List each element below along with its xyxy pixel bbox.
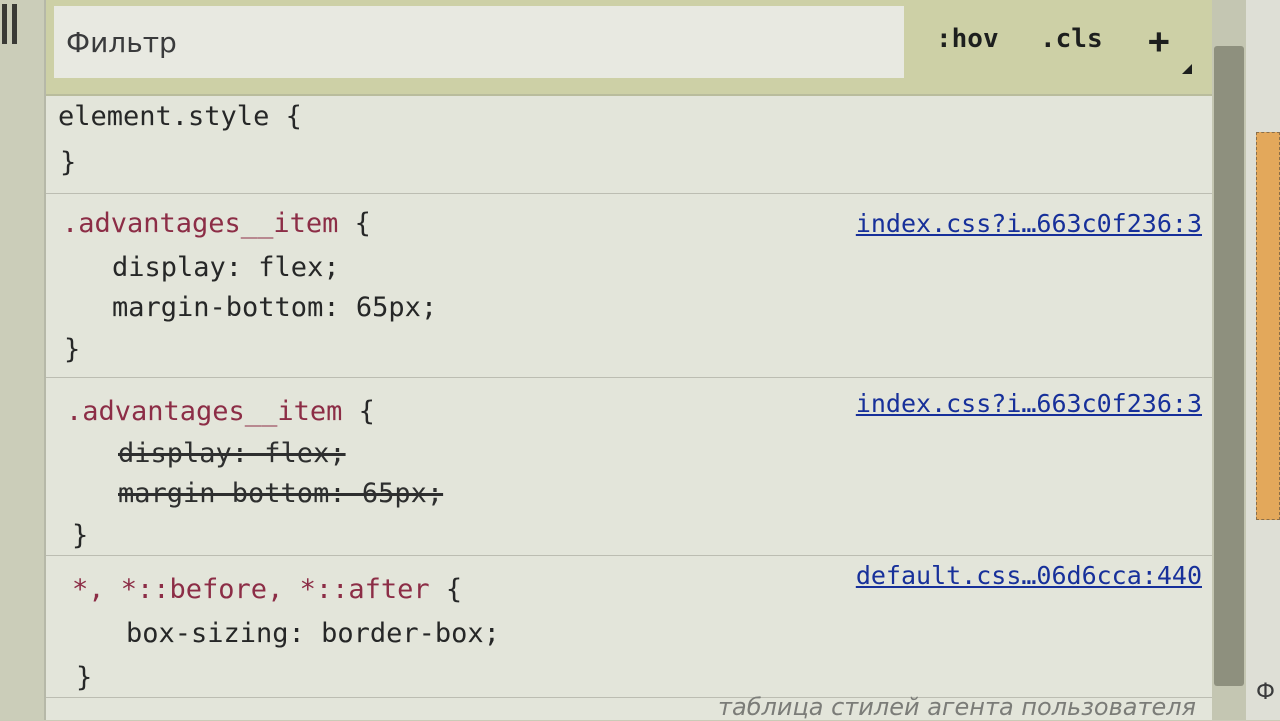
hov-toggle-button[interactable]: :hov xyxy=(936,26,999,52)
box-model-margin-box[interactable] xyxy=(1256,132,1280,520)
resize-grip-icon[interactable] xyxy=(12,4,17,44)
close-brace: } xyxy=(76,662,93,693)
filter-input[interactable] xyxy=(54,6,904,78)
close-brace: } xyxy=(72,520,89,551)
rule-selector: *, *::before, *::after xyxy=(72,574,430,605)
open-brace: { xyxy=(342,396,375,427)
declaration-margin-bottom[interactable]: margin-bottom: 65px; xyxy=(112,288,437,328)
rule-header[interactable]: .advantages__item { xyxy=(66,392,375,432)
more-options-corner-icon[interactable] xyxy=(1182,64,1192,74)
new-style-rule-button[interactable]: + xyxy=(1148,24,1170,60)
user-agent-stylesheet-label: таблица стилей агента пользователя xyxy=(718,693,1196,721)
source-link[interactable]: index.css?i…663c0f236:3 xyxy=(856,384,1202,424)
style-rule: .advantages__item { index.css?i…663c0f23… xyxy=(46,378,1214,556)
style-rule-element-style: element.style { } xyxy=(46,96,1214,194)
declaration-margin-bottom-overridden[interactable]: margin-bottom: 65px; xyxy=(118,474,443,514)
resize-grip-icon[interactable] xyxy=(2,4,7,44)
side-pane-label: Ф xyxy=(1256,680,1275,705)
styles-pane: :hov .cls + element.style { } .advantage… xyxy=(44,0,1214,720)
scrollbar-thumb[interactable] xyxy=(1214,46,1244,686)
open-brace: { xyxy=(429,574,463,605)
close-brace: } xyxy=(64,334,81,365)
declaration-display[interactable]: display: flex; xyxy=(112,248,340,288)
rule-header[interactable]: *, *::before, *::after { xyxy=(72,570,462,610)
style-rule: .advantages__item { index.css?i…663c0f23… xyxy=(46,194,1214,378)
declaration-display-overridden[interactable]: display: flex; xyxy=(118,434,346,474)
open-brace: { xyxy=(269,101,302,132)
declaration-box-sizing[interactable]: box-sizing: border-box; xyxy=(126,614,500,654)
source-link[interactable]: index.css?i…663c0f236:3 xyxy=(856,204,1202,244)
left-panel-edge xyxy=(0,0,44,720)
style-rule: *, *::before, *::after { default.css…06d… xyxy=(46,556,1214,698)
close-brace: } xyxy=(60,147,77,178)
styles-toolbar: :hov .cls + xyxy=(46,0,1214,96)
rule-selector: .advantages__item xyxy=(66,396,343,427)
cls-toggle-button[interactable]: .cls xyxy=(1040,26,1103,52)
rule-header[interactable]: .advantages__item { xyxy=(62,204,371,244)
rule-selector: .advantages__item xyxy=(62,208,339,239)
rule-selector: element.style xyxy=(58,101,270,132)
source-link[interactable]: default.css…06d6cca:440 xyxy=(856,556,1202,596)
rule-header[interactable]: element.style { xyxy=(58,97,302,137)
open-brace: { xyxy=(338,208,371,239)
